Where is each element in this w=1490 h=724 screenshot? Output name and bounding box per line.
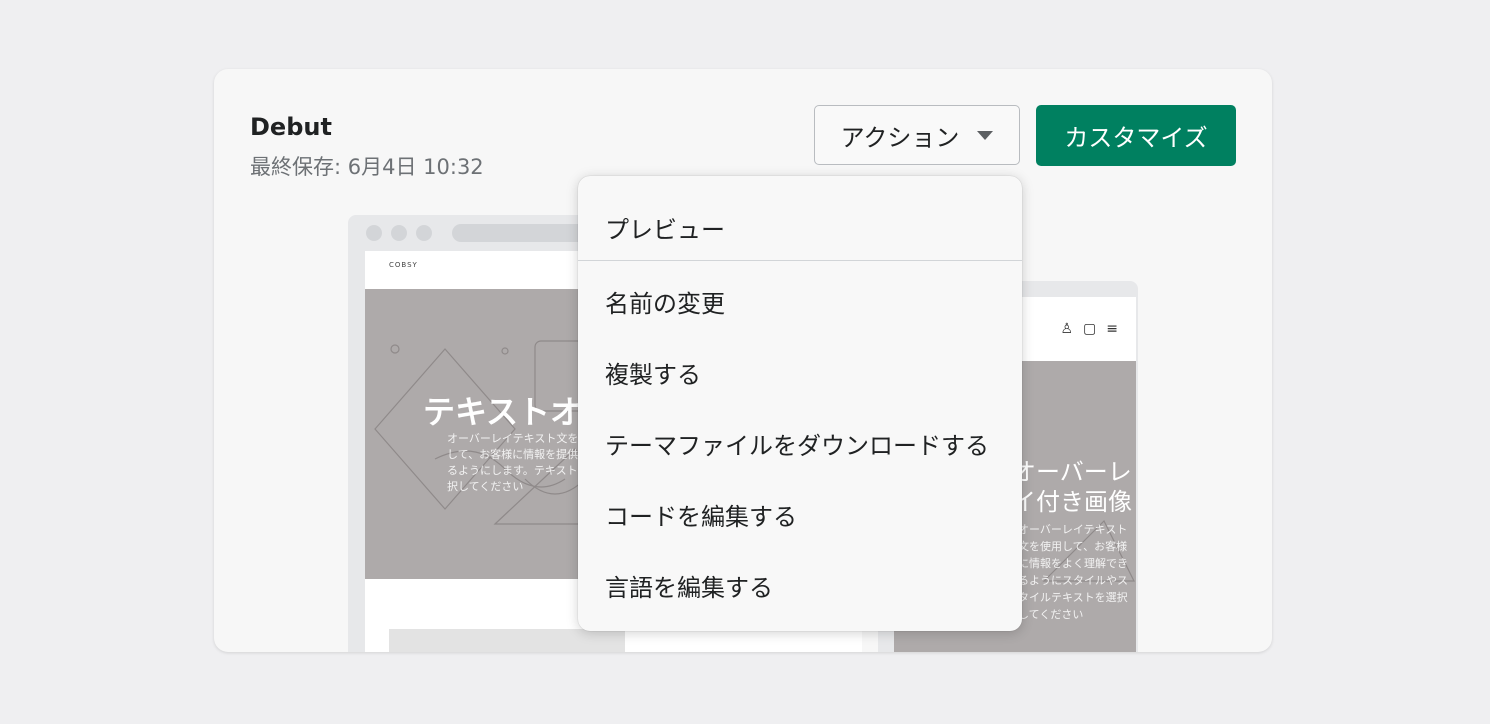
account-icon: ♙	[1060, 321, 1084, 337]
mobile-hero-title-line2: イ付き画像	[1012, 488, 1132, 516]
actions-button[interactable]: アクション	[814, 105, 1020, 165]
mobile-header-icons: ♙▢≡	[1060, 321, 1128, 337]
store-logo: COBSY	[389, 261, 418, 269]
mobile-hero-title-line1: オーバーレ	[1012, 458, 1132, 486]
menu-item-rename[interactable]: 名前の変更	[578, 284, 1022, 319]
customize-button[interactable]: カスタマイズ	[1036, 105, 1236, 166]
last-saved-timestamp: 最終保存: 6月4日 10:32	[250, 155, 484, 179]
menu-item-duplicate[interactable]: 複製する	[578, 355, 1022, 390]
mobile-hero-subtitle: オーバーレイテキスト文を使用して、お客様に情報をよく理解できるようにスタイルやス…	[1018, 523, 1128, 621]
window-dot-icon	[391, 225, 407, 241]
window-dot-icon	[416, 225, 432, 241]
menu-divider	[578, 260, 1022, 261]
menu-item-preview[interactable]: プレビュー	[578, 210, 1022, 245]
theme-name: Debut	[250, 113, 332, 141]
menu-item-download-theme-file[interactable]: テーマファイルをダウンロードする	[578, 426, 1022, 461]
mobile-hero-title: オーバーレ イ付き画像	[1012, 457, 1132, 517]
actions-button-label: アクション	[840, 123, 960, 152]
menu-icon: ≡	[1106, 321, 1128, 337]
content-placeholder	[389, 629, 625, 652]
window-dot-icon	[366, 225, 382, 241]
menu-item-edit-languages[interactable]: 言語を編集する	[578, 568, 1022, 603]
menu-item-edit-code[interactable]: コードを編集する	[578, 497, 1022, 532]
caret-down-icon	[977, 130, 994, 140]
actions-dropdown-menu: プレビュー 名前の変更 複製する テーマファイルをダウンロードする コードを編集…	[578, 176, 1022, 631]
cart-icon: ▢	[1083, 321, 1107, 337]
theme-card: Debut 最終保存: 6月4日 10:32 アクション カスタマイズ COBS…	[214, 69, 1272, 652]
